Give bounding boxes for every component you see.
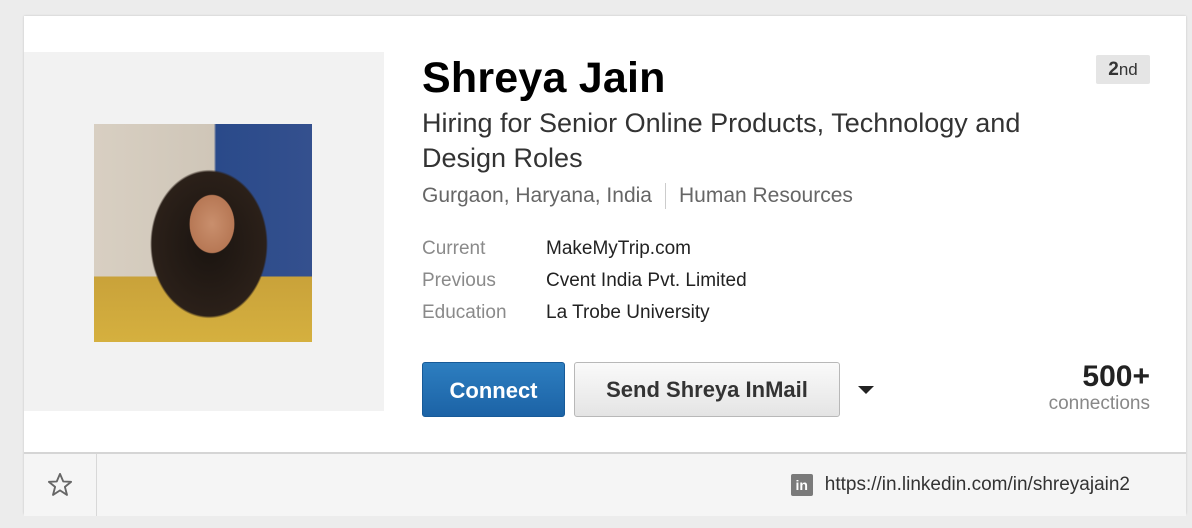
card-footer: in https://in.linkedin.com/in/shreyajain…: [24, 452, 1186, 516]
connection-degree-badge: 2nd: [1096, 55, 1150, 84]
info-label: Current: [422, 238, 486, 259]
degree-number: 2: [1108, 59, 1119, 80]
send-inmail-button[interactable]: Send Shreya InMail: [574, 362, 840, 417]
divider: [664, 183, 666, 209]
profile-card: Shreya Jain 2nd Hiring for Senior Online…: [24, 16, 1186, 516]
public-profile-url: in https://in.linkedin.com/in/shreyajain…: [790, 454, 1130, 516]
location-row: Gurgaon, Haryana, India Human Resources: [422, 182, 853, 210]
star-icon: [47, 472, 73, 496]
info-row-current: Current MakeMyTrip.com: [422, 233, 747, 265]
profile-headline: Hiring for Senior Online Products, Techn…: [422, 108, 1021, 173]
save-profile-button[interactable]: [24, 454, 97, 516]
info-value[interactable]: Cvent India Pvt. Limited: [546, 265, 747, 297]
connect-button[interactable]: Connect: [422, 362, 565, 417]
info-value[interactable]: La Trobe University: [546, 297, 710, 329]
location: Gurgaon, Haryana, India: [422, 184, 652, 207]
profile-name: Shreya Jain: [422, 54, 666, 102]
info-row-education: Education La Trobe University: [422, 297, 747, 329]
profile-url-link[interactable]: https://in.linkedin.com/in/shreyajain2: [825, 474, 1130, 496]
degree-suffix: nd: [1118, 60, 1138, 79]
industry: Human Resources: [678, 184, 853, 207]
photo-panel: [24, 52, 384, 411]
info-value[interactable]: MakeMyTrip.com: [546, 233, 691, 265]
profile-info: Current MakeMyTrip.com Previous Cvent In…: [422, 233, 747, 329]
linkedin-icon: in: [790, 474, 813, 496]
connections-count: 500+: [1082, 360, 1150, 393]
info-label: Education: [422, 302, 507, 323]
profile-photo[interactable]: [94, 124, 312, 342]
caret-down-icon[interactable]: [858, 386, 874, 394]
info-label: Previous: [422, 270, 496, 291]
info-row-previous: Previous Cvent India Pvt. Limited: [422, 265, 747, 297]
connections-label: connections: [1048, 393, 1150, 414]
